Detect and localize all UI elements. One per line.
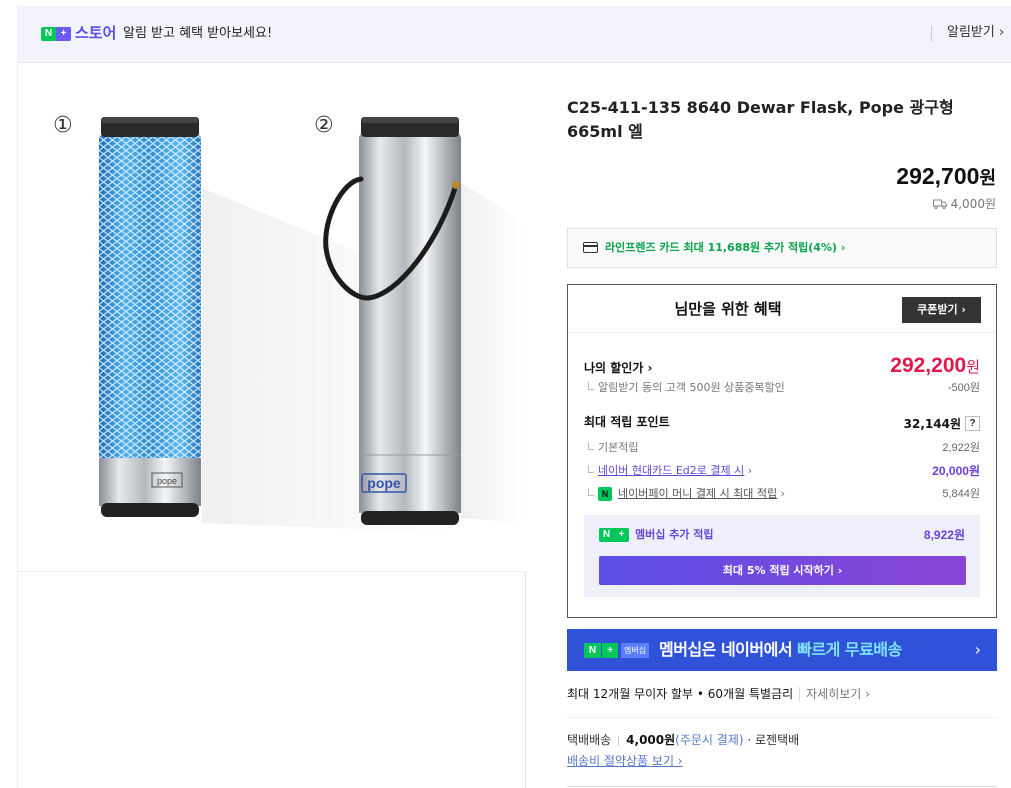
card-point-row: 네이버 현대카드 Ed2로 결제 시 › 20,000원 <box>584 463 980 479</box>
naver-plus-badge: N + <box>599 528 629 542</box>
shipping-fee-value: 4,000원 <box>950 197 996 211</box>
basic-point-row: 기본적립 2,922원 <box>584 440 980 456</box>
badge-n: N <box>44 28 53 39</box>
max-point-value: 32,144원 <box>903 417 961 431</box>
dewar-flask-illustration: pope pope <box>99 117 526 533</box>
card-point-group: 네이버 현대카드 Ed2로 결제 시 › <box>584 463 752 479</box>
help-icon[interactable]: ? <box>965 416 980 431</box>
membership-text-main: 멤버십은 네이버에서 <box>659 640 798 659</box>
product-title: C25-411-135 8640 Dewar Flask, Pope 광구형 6… <box>567 98 954 141</box>
delivery-info: 택배배송 4,000원(주문시 결제) · 로젠택배 <box>567 731 799 749</box>
card-point-link[interactable]: 네이버 현대카드 Ed2로 결제 시 <box>598 464 744 477</box>
badge-n: N <box>599 528 614 542</box>
max-point-row: 최대 적립 포인트 32,144원? <box>584 413 980 433</box>
npay-point-group: N 네이버페이 머니 결제 시 최대 적립 › <box>584 486 785 502</box>
alarm-discount-label: 알림받기 동의 고객 500원 상품중복할인 <box>584 380 785 396</box>
start-membership-button[interactable]: 최대 5% 적립 시작하기 › <box>599 556 966 585</box>
banner-divider <box>931 26 932 42</box>
product-image[interactable]: ① ② pope pope <box>18 63 526 572</box>
membership-value: 8,922원 <box>923 528 965 542</box>
max-point-value-group: 32,144원? <box>904 413 980 433</box>
store-logo-text: 스토어 <box>75 24 117 42</box>
benefit-box: 님만을 위한 혜택 쿠폰받기 › 나의 할인가 › 292,200원 알림받기 … <box>567 284 997 618</box>
membership-tag: 멤버십 <box>621 643 650 658</box>
price-value: 292,700 <box>896 163 980 189</box>
benefit-title: 님만을 위한 혜택 <box>674 300 782 318</box>
my-price-number: 292,200 <box>890 354 967 377</box>
delivery-fee-note: (주문시 결제) <box>675 733 744 747</box>
divider <box>567 717 997 718</box>
installment-more-link[interactable]: 자세히보기 › <box>799 687 870 701</box>
badge-plus: + <box>601 643 618 658</box>
my-price-link[interactable]: 나의 할인가 › <box>584 359 653 377</box>
card-point-value: 20,000원 <box>932 464 980 478</box>
installment-text: 최대 12개월 무이자 할부 • 60개월 특별금리 <box>567 687 794 701</box>
naver-plus-badge: N + <box>41 27 71 41</box>
truck-icon <box>932 199 947 209</box>
card-promotion[interactable]: 라인프렌즈 카드 최대 11,688원 추가 적립(4%) › <box>567 228 997 268</box>
chevron-right-icon: › <box>974 640 981 659</box>
membership-box: N + 멤버십 추가 적립 8,922원 최대 5% 적립 시작하기 › <box>584 515 980 597</box>
product-price: 292,700원 <box>896 161 996 193</box>
badge-plus: + <box>614 528 629 542</box>
divider <box>567 786 997 787</box>
delivery-separator <box>618 735 620 746</box>
membership-text-highlight: 빠르게 무료배송 <box>797 640 902 659</box>
membership-banner-text: 멤버십은 네이버에서 빠르게 무료배송 <box>659 638 902 662</box>
badge-plus: + <box>56 27 71 41</box>
flask-2-brand-text: pope <box>367 475 401 491</box>
credit-card-icon <box>583 242 598 253</box>
delivery-fee: 4,000원 <box>626 733 676 747</box>
naver-plus-badge: N + <box>584 643 618 658</box>
delivery-type: 택배배송 <box>567 733 612 747</box>
installment-info: 최대 12개월 무이자 할부 • 60개월 특별금리 자세히보기 › <box>567 685 870 703</box>
npay-point-row: N 네이버페이 머니 결제 시 최대 적립 › 5,844원 <box>584 486 980 502</box>
banner-message: 알림 받고 혜택 받아보세요! <box>123 26 273 41</box>
max-point-label: 최대 적립 포인트 <box>584 415 670 429</box>
npay-point-link[interactable]: 네이버페이 머니 결제 시 최대 적립 <box>618 487 777 500</box>
my-price-unit: 원 <box>966 359 980 376</box>
basic-point-value: 2,922원 <box>942 442 980 454</box>
alarm-discount-value: -500원 <box>947 382 980 394</box>
my-price-value: 292,200원 <box>890 353 980 381</box>
benefit-header: 님만을 위한 혜택 쿠폰받기 › <box>568 285 996 333</box>
delivery-courier: · 로젠택배 <box>747 733 800 747</box>
product-image-panel: ① ② pope pope <box>17 63 526 788</box>
coupon-button[interactable]: 쿠폰받기 › <box>902 297 981 323</box>
card-promotion-text: 라인프렌즈 카드 최대 11,688원 추가 적립(4%) › <box>605 241 846 254</box>
alarm-subscribe-button[interactable]: 알림받기 › <box>947 24 1004 42</box>
chevron-right-icon: › <box>747 464 753 477</box>
store-alarm-banner: N + 스토어 알림 받고 혜택 받아보세요! 알림받기 › <box>17 6 1011 63</box>
alarm-discount-row: 알림받기 동의 고객 500원 상품중복할인 -500원 <box>584 380 980 396</box>
badge-n: N <box>584 643 601 658</box>
npay-point-value: 5,844원 <box>942 488 980 500</box>
membership-label: 멤버십 추가 적립 <box>635 528 714 541</box>
chevron-right-icon: › <box>780 487 786 500</box>
price-unit: 원 <box>979 168 996 188</box>
my-price-row: 나의 할인가 › 292,200원 <box>584 353 980 383</box>
basic-point-label: 기본적립 <box>584 440 638 456</box>
membership-banner[interactable]: N + 멤버십 멤버십은 네이버에서 빠르게 무료배송 › <box>567 629 997 671</box>
shipping-fee: 4,000원 <box>932 196 996 212</box>
npay-icon: N <box>598 487 612 501</box>
shipping-saving-link[interactable]: 배송비 절약상품 보기 › <box>567 752 683 770</box>
flask-1-brand-text: pope <box>157 476 177 486</box>
